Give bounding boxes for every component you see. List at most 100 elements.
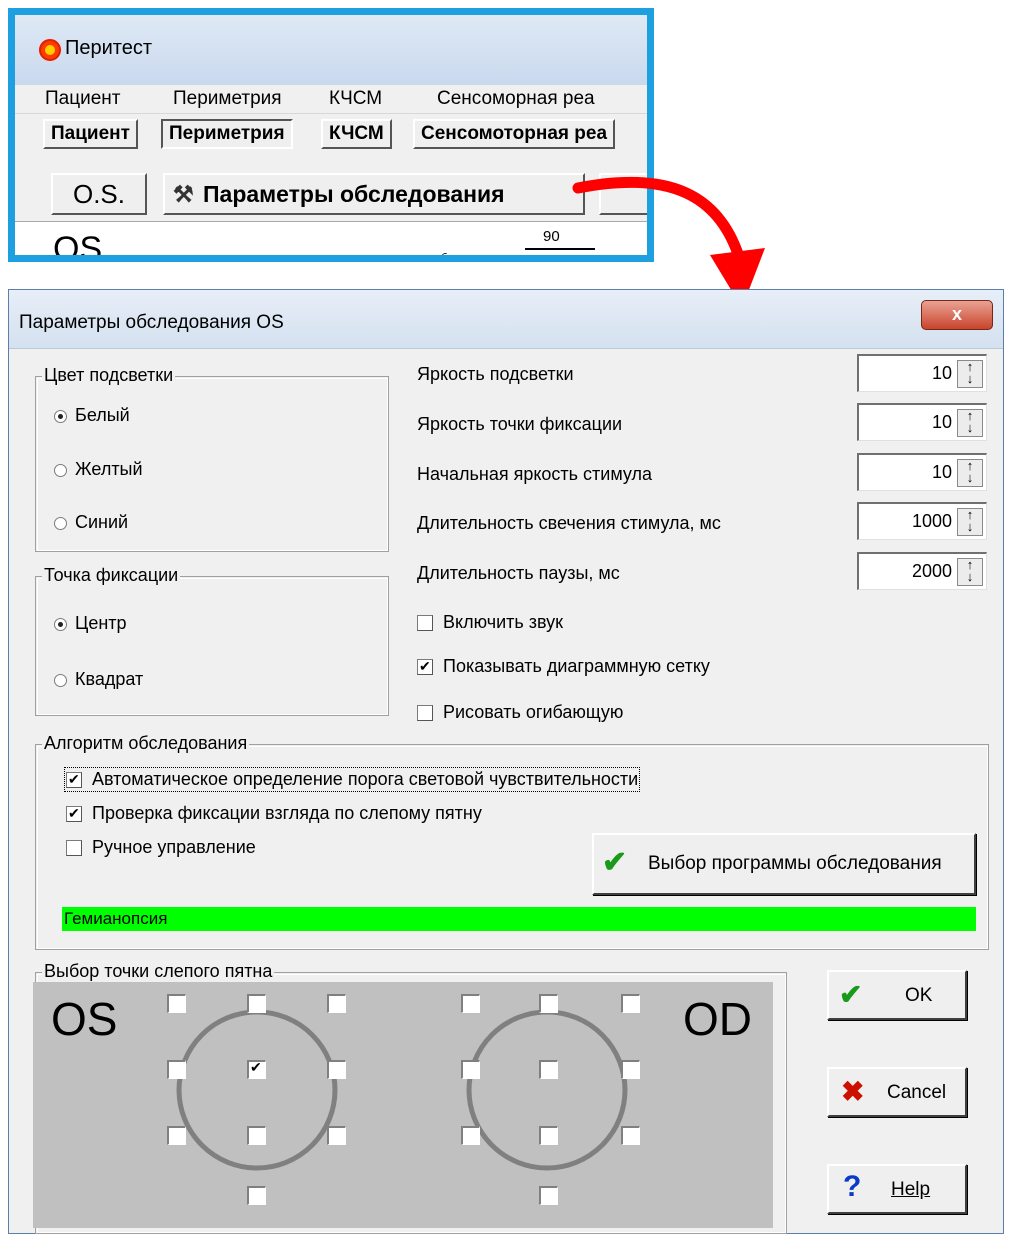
menu-item-sensomotor[interactable]: Сенсоморная реа [437,88,595,110]
radio-center-label: Центр [75,613,127,633]
od-spot-checkbox[interactable] [539,1126,558,1145]
spin-stimulus-duration[interactable]: 1000 ↑ ↓ [857,502,987,540]
radio-yellow-label: Желтый [75,459,143,479]
od-spot-checkbox[interactable] [539,994,558,1013]
option-envelope-checkbox[interactable] [417,705,433,722]
blindspot-circles [176,1009,628,1171]
spin-backlight-value[interactable]: 10 [932,363,952,384]
os-spot-checkbox[interactable] [327,994,346,1013]
os-spot-checkbox[interactable] [247,1186,266,1205]
spin-backlight[interactable]: 10 ↑ ↓ [857,354,987,392]
backlight-color-title: Цвет подсветки [42,365,176,386]
spin-fixation-brightness-value[interactable]: 10 [932,412,952,433]
backlight-color-group: Цвет подсветки Белый Желтый Синий [35,365,389,552]
blindspot-panel: OS OD [33,982,773,1228]
cancel-button[interactable]: ✖ Cancel [827,1067,967,1117]
spin-stimulus-duration-value[interactable]: 1000 [912,511,952,532]
radio-square[interactable]: Квадрат [54,669,143,690]
radio-center-indicator[interactable] [54,617,67,631]
option-sound-checkbox[interactable] [417,615,433,632]
radio-white[interactable]: Белый [54,405,130,426]
os-spot-checkbox[interactable] [327,1126,346,1145]
program-select-button[interactable]: ✔ Выбор программы обследования [592,833,976,895]
tab-perimetry[interactable]: Периметрия [161,119,293,149]
od-spot-checkbox[interactable] [461,1126,480,1145]
manual-control[interactable]: Ручное управление [66,837,256,858]
spin-stimulus-brightness[interactable]: 10 ↑ ↓ [857,453,987,491]
os-spot-checkbox[interactable] [167,1060,186,1079]
os-spot-checkbox[interactable] [167,994,186,1013]
help-button[interactable]: ? Help [827,1164,967,1214]
os-button[interactable]: O.S. [51,173,147,215]
param-label-stimulus-duration: Длительность свечения стимула, мс [417,513,721,533]
os-spot-checkbox[interactable] [247,994,266,1013]
close-icon: x [951,304,962,324]
blindspot-check[interactable]: Проверка фиксации взгляда по слепому пят… [66,803,482,824]
od-spot-checkbox[interactable] [621,1060,640,1079]
radio-white-indicator[interactable] [54,409,67,423]
tab-sensomotor[interactable]: Сенсомоторная реа [413,119,616,149]
radio-blue-indicator[interactable] [54,516,67,530]
ok-label: OK [905,985,933,1006]
radio-blue-label: Синий [75,512,129,532]
perimetry-view: OS об 90 [15,221,647,255]
exam-params-button[interactable]: ⚒ Параметры обследования [163,173,585,215]
option-envelope-label: Рисовать огибающую [443,702,624,722]
menu-item-patient[interactable]: Пациент [45,88,120,110]
cancel-label: Cancel [887,1082,947,1103]
exam-params-label: Параметры обследования [203,181,505,207]
radio-yellow[interactable]: Желтый [54,459,143,480]
od-spot-checkbox[interactable] [621,994,640,1013]
spin-stimulus-brightness-value[interactable]: 10 [932,462,952,483]
spin-arrows-icon[interactable]: ↑ ↓ [957,558,983,586]
spin-fixation-brightness[interactable]: 10 ↑ ↓ [857,403,987,441]
od-spot-checkbox[interactable] [539,1186,558,1205]
radio-white-label: Белый [75,405,130,425]
main-app-window: Перитест Пациент Периметрия КЧСМ Сенсомо… [8,8,654,262]
option-envelope[interactable]: Рисовать огибающую [417,702,623,723]
os-spot-checkbox[interactable] [327,1060,346,1079]
od-spot-checkbox[interactable] [621,1126,640,1145]
spin-pause-duration-value[interactable]: 2000 [912,561,952,582]
checkmark-icon: ✔ [602,846,628,879]
tab-kchsm[interactable]: КЧСМ [321,119,392,149]
param-label-pause-duration: Длительность паузы, мс [417,563,620,583]
od-spot-checkbox[interactable] [461,1060,480,1079]
radio-square-indicator[interactable] [54,673,67,687]
os-eye-label: OS [51,993,118,1045]
menu-item-perimetry[interactable]: Периметрия [173,88,282,110]
spin-arrows-icon[interactable]: ↑ ↓ [957,360,983,388]
help-label: Help [891,1179,931,1200]
radio-center[interactable]: Центр [54,613,127,634]
option-grid-checkbox[interactable] [417,656,433,676]
param-label-stimulus-brightness: Начальная яркость стимула [417,464,653,484]
od-spot-checkbox[interactable] [539,1060,558,1079]
option-sound[interactable]: Включить звук [417,612,563,633]
od-spot-checkbox[interactable] [461,994,480,1013]
radio-yellow-indicator[interactable] [54,463,67,477]
toolbar: O.S. ⚒ Параметры обследования [15,155,647,221]
blindspot-title: Выбор точки слепого пятна [42,961,275,982]
fixation-point-title: Точка фиксации [42,565,181,586]
param-label-backlight: Яркость подсветки [417,364,574,384]
close-button[interactable]: x [921,300,993,330]
option-grid[interactable]: Показывать диаграммную сетку [417,656,710,677]
spin-arrows-icon[interactable]: ↑ ↓ [957,459,983,487]
manual-control-checkbox[interactable] [66,840,82,857]
spin-arrows-icon[interactable]: ↑ ↓ [957,508,983,536]
radio-blue[interactable]: Синий [54,512,128,533]
auto-threshold-checkbox[interactable] [66,769,82,789]
auto-threshold[interactable]: Автоматическое определение порога светов… [63,767,641,792]
os-spot-checkbox[interactable] [167,1126,186,1145]
os-spot-checkbox-selected[interactable] [247,1059,266,1079]
spin-arrows-icon[interactable]: ↑ ↓ [957,409,983,437]
app-title: Перитест [65,37,153,59]
blindspot-check-checkbox[interactable] [66,803,82,823]
od-eye-label: OD [683,993,752,1045]
os-spot-checkbox[interactable] [247,1126,266,1145]
menu-item-kchsm[interactable]: КЧСМ [329,88,382,110]
help-icon: ? [843,1170,862,1203]
tab-patient[interactable]: Пациент [43,119,138,149]
ok-button[interactable]: ✔ OK [827,970,967,1020]
spin-pause-duration[interactable]: 2000 ↑ ↓ [857,552,987,590]
